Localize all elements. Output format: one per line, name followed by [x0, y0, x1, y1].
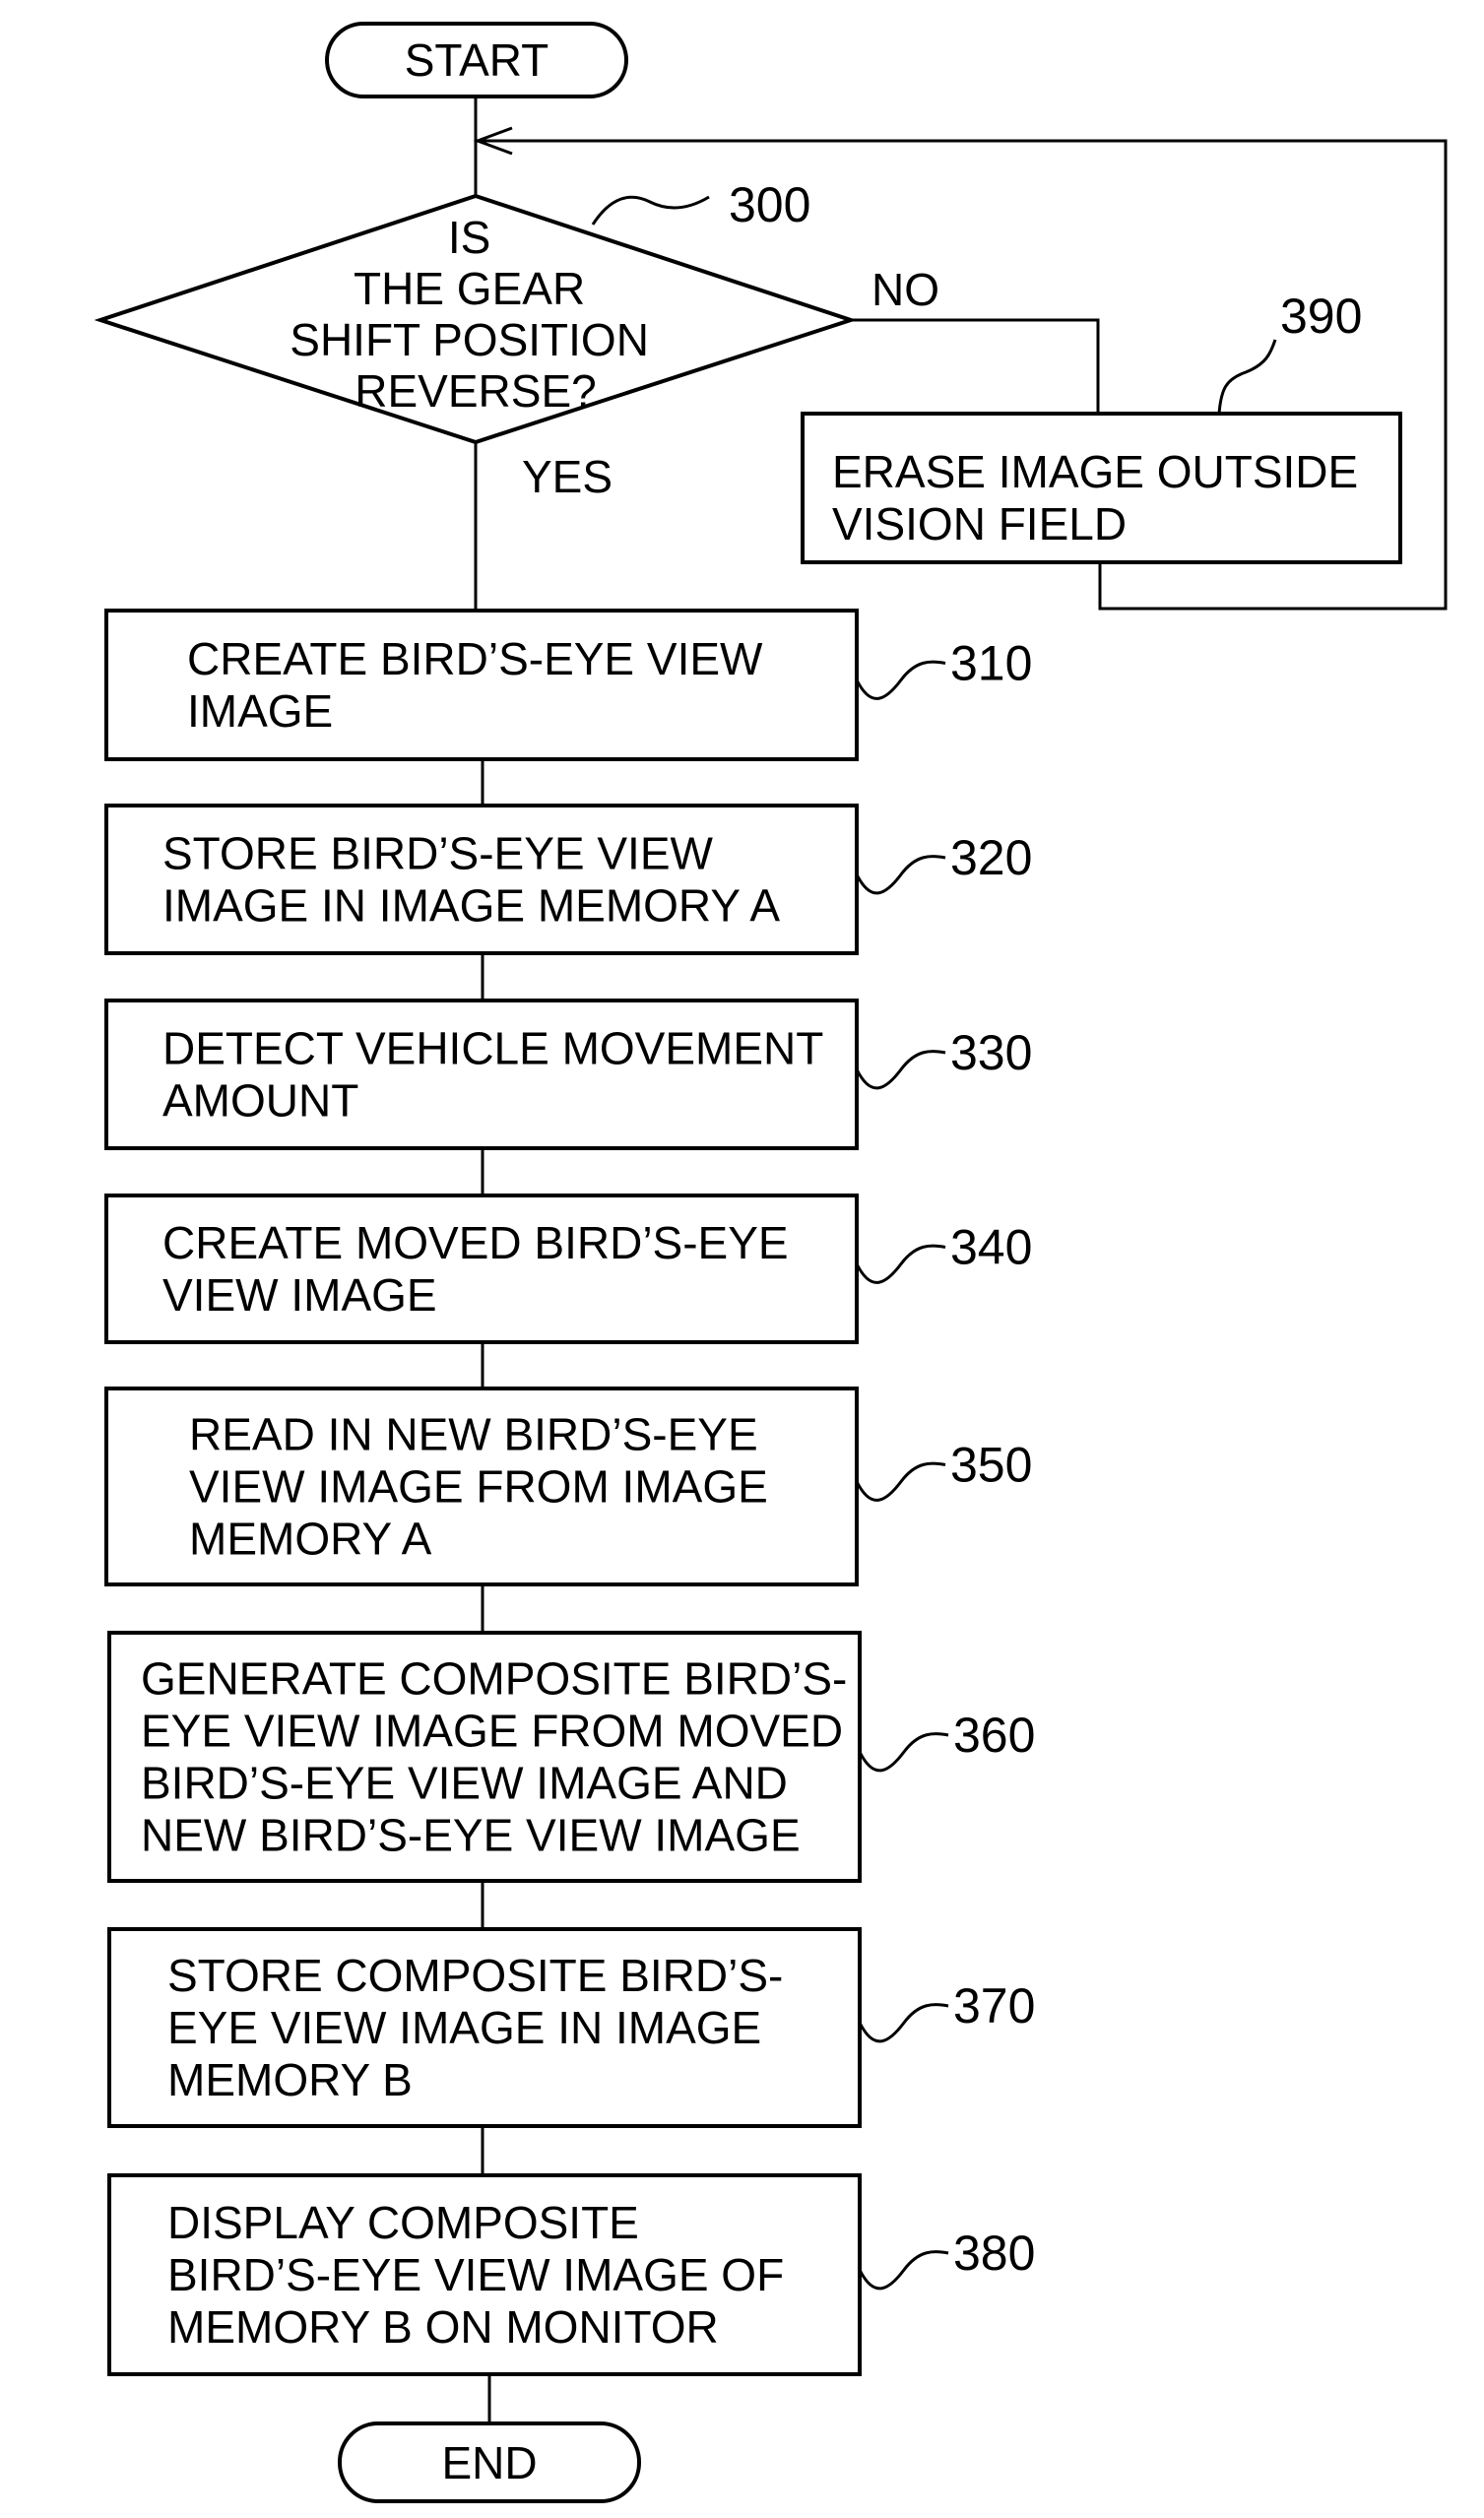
step-line: VISION FIELD: [832, 498, 1127, 549]
step-line: ERASE IMAGE OUTSIDE: [832, 446, 1358, 497]
ref-leader-350: [855, 1461, 946, 1502]
step-line: DISPLAY COMPOSITE: [167, 2197, 639, 2248]
ref-leader-340: [855, 1244, 946, 1284]
step-line: BIRD’S-EYE VIEW IMAGE OF: [167, 2249, 784, 2300]
ref-leader-360: [858, 1732, 949, 1773]
step-350: READ IN NEW BIRD’S-EYE VIEW IMAGE FROM IM…: [104, 1387, 1032, 1586]
process-steps: CREATE BIRD’S-EYE VIEW IMAGE 310 STORE BIRD…: [104, 609, 1035, 2376]
ref-leader-330: [855, 1050, 946, 1090]
step-330: DETECT VEHICLE MOVEMENT AMOUNT 330: [104, 999, 1032, 1150]
ref-number-390: 390: [1280, 289, 1362, 344]
step-text: GENERATE COMPOSITE BIRD’S-EYE VIEW IMAGE…: [141, 1653, 847, 1861]
decision-line: SHIFT POSITION: [290, 314, 649, 365]
step-390-erase-image: ERASE IMAGE OUTSIDE VISION FIELD 390: [801, 289, 1402, 564]
start-terminal: START: [325, 22, 628, 98]
flowchart: START IS THE GEAR SHIFT POSITION REVERSE…: [94, 22, 1448, 2503]
ref-leader-370: [858, 2003, 949, 2043]
end-label: END: [441, 2437, 537, 2488]
yes-label: YES: [522, 451, 613, 502]
ref-number-380: 380: [953, 2226, 1035, 2281]
step-line: MEMORY B: [167, 2054, 413, 2105]
step-line: VIEW IMAGE FROM IMAGE: [189, 1461, 768, 1513]
step-line: MEMORY B ON MONITOR: [167, 2301, 719, 2353]
step-line: MEMORY A: [189, 1514, 432, 1565]
step-line: AMOUNT: [162, 1075, 358, 1127]
decision-gear-reverse: IS THE GEAR SHIFT POSITION REVERSE? 300: [94, 177, 858, 445]
step-370: STORE COMPOSITE BIRD’S-EYE VIEW IMAGE IN…: [107, 1927, 1035, 2128]
ref-number-370: 370: [953, 1978, 1035, 2034]
ref-number-310: 310: [950, 636, 1032, 691]
ref-leader-390: [1217, 339, 1277, 415]
ref-leader-310: [855, 660, 946, 700]
step-320: STORE BIRD’S-EYE VIEW IMAGE IN IMAGE MEMO…: [104, 804, 1032, 955]
step-line: EYE VIEW IMAGE FROM MOVED: [141, 1706, 843, 1757]
step-line: STORE BIRD’S-EYE VIEW: [162, 828, 714, 879]
step-360: GENERATE COMPOSITE BIRD’S-EYE VIEW IMAGE…: [107, 1631, 1035, 1883]
step-line: DETECT VEHICLE MOVEMENT: [162, 1023, 823, 1074]
ref-number-330: 330: [950, 1025, 1032, 1080]
decision-line: REVERSE?: [355, 365, 596, 417]
step-line: EYE VIEW IMAGE IN IMAGE: [167, 2002, 761, 2053]
step-line: CREATE MOVED BIRD’S-EYE: [162, 1217, 789, 1268]
ref-number-340: 340: [950, 1220, 1032, 1275]
step-line: CREATE BIRD’S-EYE VIEW: [187, 633, 763, 684]
step-line: IMAGE: [187, 685, 333, 737]
ref-number-300: 300: [729, 177, 810, 232]
step-line: NEW BIRD’S-EYE VIEW IMAGE: [141, 1810, 801, 1861]
ref-leader-320: [855, 855, 946, 895]
connector-no-branch: [851, 318, 1100, 414]
step-380: DISPLAY COMPOSITE BIRD’S-EYE VIEW IMAGE O…: [107, 2173, 1035, 2376]
ref-number-320: 320: [950, 830, 1032, 885]
ref-number-350: 350: [950, 1438, 1032, 1493]
end-terminal: END: [338, 2421, 641, 2503]
step-line: READ IN NEW BIRD’S-EYE: [189, 1409, 758, 1460]
step-line: IMAGE IN IMAGE MEMORY A: [162, 880, 780, 932]
step-line: VIEW IMAGE: [162, 1269, 437, 1321]
decision-line: IS: [448, 212, 490, 263]
ref-leader-380: [858, 2250, 949, 2291]
decision-line: THE GEAR: [354, 263, 585, 314]
step-text: STORE BIRD’S-EYE VIEW IMAGE IN IMAGE MEMO…: [162, 828, 780, 932]
start-label: START: [405, 34, 549, 86]
no-label: NO: [871, 264, 939, 315]
step-line: STORE COMPOSITE BIRD’S-: [167, 1950, 783, 2001]
step-line: GENERATE COMPOSITE BIRD’S-: [141, 1653, 847, 1705]
step-340: CREATE MOVED BIRD’S-EYE VIEW IMAGE 340: [104, 1194, 1032, 1344]
step-line: BIRD’S-EYE VIEW IMAGE AND: [141, 1758, 788, 1809]
ref-number-360: 360: [953, 1708, 1035, 1763]
ref-leader-300: [591, 195, 710, 226]
step-310: CREATE BIRD’S-EYE VIEW IMAGE 310: [104, 609, 1032, 761]
